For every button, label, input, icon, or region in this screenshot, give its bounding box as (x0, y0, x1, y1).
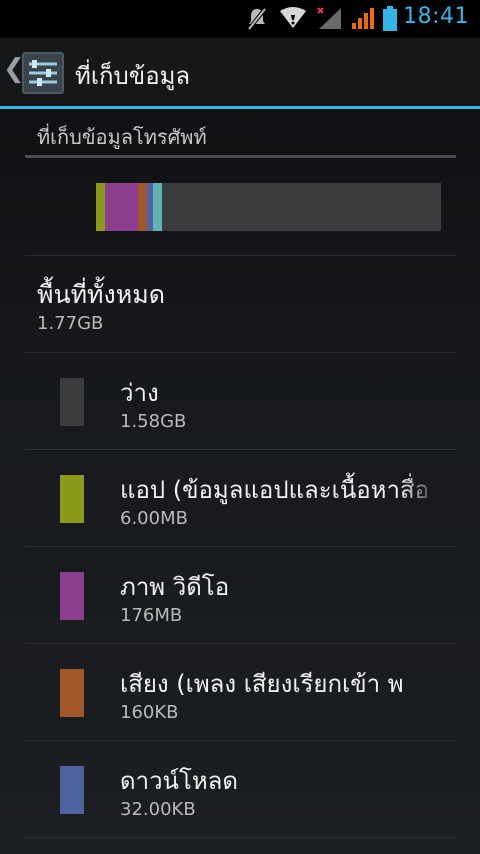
color-swatch (60, 766, 84, 814)
item-label: ว่าง (120, 379, 159, 407)
list-item-downloads[interactable]: ดาวน์โหลด 32.00KB (25, 741, 456, 837)
storage-screen: 18:41 ❮ ที่เก็บข้อมูล ที่เก็บข้อมูลโทรศั… (0, 0, 480, 854)
mute-icon (247, 7, 267, 31)
divider (25, 837, 456, 838)
list-item-free[interactable]: ว่าง 1.58GB (25, 353, 456, 449)
action-bar-divider (0, 106, 480, 109)
item-label: ภาพ วิดีโอ (120, 573, 230, 601)
section-divider (25, 155, 456, 158)
usage-segment-audio (137, 183, 147, 231)
page-title: ที่เก็บข้อมูล (75, 62, 191, 90)
color-swatch (60, 572, 84, 620)
list-item-audio[interactable]: เสียง (เพลง เสียงเรียกเข้า พ 160KB (25, 644, 456, 740)
color-swatch (60, 475, 84, 523)
storage-usage-bar (96, 183, 441, 231)
action-bar[interactable]: ❮ ที่เก็บข้อมูล (0, 38, 480, 106)
total-space-label: พื้นที่ทั้งหมด (37, 280, 165, 309)
usage-segment-free (161, 183, 441, 231)
usage-segment-misc (152, 183, 162, 231)
item-value: 6.00MB (120, 508, 188, 529)
section-header: ที่เก็บข้อมูลโทรศัพท์ (37, 125, 207, 149)
item-value: 160KB (120, 702, 179, 723)
item-value: 176MB (120, 605, 183, 626)
item-value: 32.00KB (120, 799, 196, 820)
signal-icon (352, 8, 374, 29)
item-label: เสียง (เพลง เสียงเรียกเข้า พ (120, 670, 404, 698)
usage-segment-apps (96, 183, 105, 231)
battery-icon (383, 6, 397, 31)
list-item-pictures-video[interactable]: ภาพ วิดีโอ 176MB (25, 547, 456, 643)
no-signal-icon (317, 7, 341, 29)
list-item-apps[interactable]: แอป (ข้อมูลแอปและเนื้อหาสื่อ 6.00MB (25, 450, 456, 546)
clock: 18:41 (403, 4, 469, 29)
item-label: ดาวน์โหลด (120, 767, 238, 795)
wifi-icon (280, 7, 306, 28)
total-space-value: 1.77GB (37, 313, 104, 334)
color-swatch (60, 669, 84, 717)
item-label: แอป (ข้อมูลแอปและเนื้อหาสื่อ (120, 476, 430, 504)
settings-sliders-icon[interactable] (21, 51, 65, 95)
item-value: 1.58GB (120, 411, 187, 432)
divider (25, 255, 456, 256)
usage-segment-pictures-video (104, 183, 138, 231)
color-swatch (60, 378, 84, 426)
status-bar: 18:41 (0, 0, 480, 38)
